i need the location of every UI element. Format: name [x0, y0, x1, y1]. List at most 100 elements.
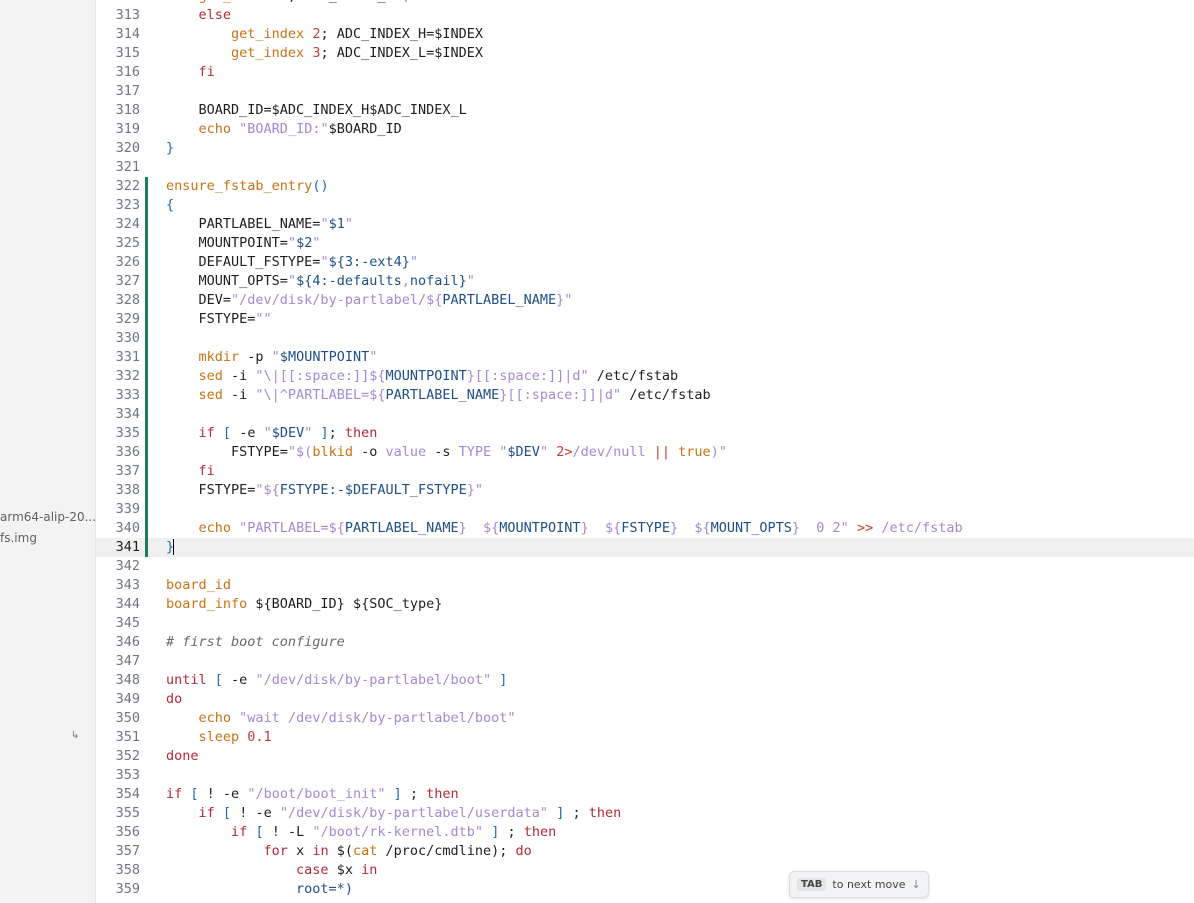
code-line[interactable]: 352 done [96, 747, 1194, 766]
code-line[interactable]: 316 fi [96, 63, 1194, 82]
line-text: case $x in [166, 861, 377, 880]
code-token: then [523, 824, 557, 840]
code-line[interactable]: 331 mkdir -p "$MOUNTPOINT" [96, 348, 1194, 367]
line-number: 336 [115, 444, 140, 460]
code-line[interactable]: 353 [96, 766, 1194, 785]
line-number: 341 [115, 539, 140, 555]
code-line[interactable]: 333 sed -i "\|^PARTLABEL=${PARTLABEL_NAM… [96, 386, 1194, 405]
line-number: 359 [115, 881, 140, 897]
code-line[interactable]: 330 [96, 329, 1194, 348]
line-text: until [ -e "/dev/disk/by-partlabel/boot"… [166, 671, 507, 690]
code-line[interactable]: 354 if [ ! -e "/boot/boot_init" ] ; then [96, 785, 1194, 804]
code-line[interactable]: 326 DEFAULT_FSTYPE="${3:-ext4}" [96, 253, 1194, 272]
code-line[interactable]: 344 board_info ${BOARD_ID} ${SOC_type} [96, 595, 1194, 614]
code-line[interactable]: 328 DEV="/dev/disk/by-partlabel/${PARTLA… [96, 291, 1194, 310]
git-modified-marker [145, 310, 148, 329]
code-line[interactable]: 357 for x in $(cat /proc/cmdline); do [96, 842, 1194, 861]
line-text: } [166, 139, 174, 158]
code-line[interactable]: 314 get_index 2; ADC_INDEX_H=$INDEX [96, 25, 1194, 44]
code-line[interactable]: 348 until [ -e "/dev/disk/by-partlabel/bo… [96, 671, 1194, 690]
code-token: do [515, 843, 532, 859]
code-line[interactable]: 350 echo "wait /dev/disk/by-partlabel/bo… [96, 709, 1194, 728]
code-line[interactable]: 337 fi [96, 462, 1194, 481]
line-number: 344 [115, 596, 140, 612]
code-line[interactable]: 318 BOARD_ID=$ADC_INDEX_H$ADC_INDEX_L [96, 101, 1194, 120]
code-token: sed [198, 368, 223, 384]
code-line[interactable]: 342 [96, 557, 1194, 576]
code-line[interactable]: 346 # first boot configure [96, 633, 1194, 652]
code-line[interactable]: 355 if [ ! -e "/dev/disk/by-partlabel/us… [96, 804, 1194, 823]
code-line[interactable]: 320} [96, 139, 1194, 158]
code-editor[interactable]: 312 get_index 2; ADC_INDEX_L=$INDEX313 e… [96, 0, 1194, 903]
code-line[interactable]: 343 board_id [96, 576, 1194, 595]
code-token: ; ADC_INDEX_L=$INDEX [320, 45, 484, 61]
sidebar-file-item[interactable]: arm64-alip-20... [0, 510, 95, 524]
code-line[interactable]: 329 FSTYPE="" [96, 310, 1194, 329]
code-token: [ [255, 824, 264, 840]
line-text: do [166, 690, 182, 709]
sidebar-file-item[interactable]: fs.img [0, 531, 37, 545]
code-token: ; ADC_INDEX_H=$INDEX [320, 26, 484, 42]
code-token: BOARD_ID=$ADC_INDEX_H$ADC_INDEX_L [166, 102, 467, 118]
code-line[interactable]: 335 if [ -e "$DEV" ]; then [96, 424, 1194, 443]
code-token: root=*) [296, 881, 353, 897]
code-line[interactable]: 317 [96, 82, 1194, 101]
text-cursor [173, 539, 175, 555]
code-line[interactable]: 351 sleep 0.1 [96, 728, 1194, 747]
code-line[interactable]: 347 [96, 652, 1194, 671]
code-line[interactable]: 340 echo "PARTLABEL=${PARTLABEL_NAME} ${… [96, 519, 1194, 538]
line-text: done [166, 747, 199, 766]
gutter [145, 652, 148, 671]
code-line[interactable]: 338 FSTYPE="${FSTYPE:-$DEFAULT_FSTYPE}" [96, 481, 1194, 500]
code-token: do [166, 691, 183, 707]
gutter [145, 158, 148, 177]
line-number: 332 [115, 368, 140, 384]
code-token: echo [198, 710, 232, 726]
code-line[interactable]: 322 ensure_fstab_entry() [96, 177, 1194, 196]
code-token: if [166, 786, 183, 802]
code-token: $( [328, 843, 353, 859]
current-code-line[interactable]: 341} [96, 538, 1194, 557]
code-line[interactable]: 325 MOUNTPOINT="$2" [96, 234, 1194, 253]
code-token: /dev/null [572, 444, 654, 460]
code-line[interactable]: 336 FSTYPE="$(blkid -o value -s TYPE "$D… [96, 443, 1194, 462]
line-number: 358 [115, 862, 140, 878]
gutter [145, 804, 148, 823]
git-modified-marker [145, 481, 148, 500]
code-line[interactable]: 358 case $x in [96, 861, 1194, 880]
code-token: "/dev/disk/by-partlabel/boot" [255, 672, 492, 688]
code-token: /proc/cmdline); [377, 843, 516, 859]
code-token: 2> [556, 444, 573, 460]
code-token: FSTYPE [621, 520, 670, 536]
code-token: then [344, 425, 378, 441]
code-line[interactable]: 345 [96, 614, 1194, 633]
code-token: " [271, 349, 280, 365]
line-text: board_info ${BOARD_ID} ${SOC_type} [166, 595, 442, 614]
git-modified-marker [145, 253, 148, 272]
code-line[interactable]: 315 get_index 3; ADC_INDEX_L=$INDEX [96, 44, 1194, 63]
code-token: /etc/fstab [873, 520, 963, 536]
code-line[interactable]: 359 root=*) [96, 880, 1194, 899]
code-line[interactable]: 339 [96, 500, 1194, 519]
code-line[interactable]: 319 echo "BOARD_ID:"$BOARD_ID [96, 120, 1194, 139]
code-line[interactable]: 334 [96, 405, 1194, 424]
tab-next-move-hint[interactable]: TAB to next move ↓ [789, 871, 929, 898]
code-line[interactable]: 321 [96, 158, 1194, 177]
code-token: "${ [255, 482, 280, 498]
code-token: " [287, 273, 297, 289]
code-line[interactable]: 324 PARTLABEL_NAME="$1" [96, 215, 1194, 234]
code-token: " [539, 444, 549, 460]
code-line[interactable]: 327 MOUNT_OPTS="${4:-defaults,nofail}" [96, 272, 1194, 291]
code-line[interactable]: 313 else [96, 6, 1194, 25]
code-token: $2 [296, 235, 313, 251]
code-line[interactable]: 349 do [96, 690, 1194, 709]
code-line[interactable]: 332 sed -i "\|[[:space:]]${MOUNTPOINT}[[… [96, 367, 1194, 386]
code-line[interactable]: 356 if [ ! -L "/boot/rk-kernel.dtb" ] ; … [96, 823, 1194, 842]
code-token: cat [352, 843, 378, 859]
code-line[interactable]: 323 { [96, 196, 1194, 215]
line-text: MOUNT_OPTS="${4:-defaults,nofail}" [166, 272, 475, 291]
